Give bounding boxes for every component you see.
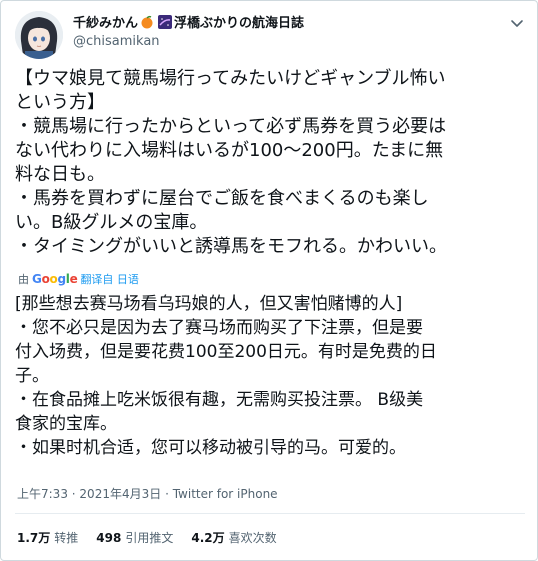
translation-line: ・在食品摊上吃米饭很有趣，无需购买投注票。 B级美 xyxy=(15,390,424,410)
google-logo: Google xyxy=(32,272,78,286)
meta-separator: · xyxy=(165,487,173,501)
tweet-text-translation: [那些想去赛马场看乌玛娘的人，但又害怕赌博的人] ・您不必只是因为去了赛马场而购… xyxy=(15,292,527,460)
tweet-source[interactable]: Twitter for iPhone xyxy=(173,487,278,501)
quotes-label: 引用推文 xyxy=(125,531,174,545)
tweet-text-original: 【ウマ娘見て競馬場行ってみたいけどギャンブル怖い という方】 ・競馬場に行ったか… xyxy=(15,67,527,259)
tweet-line: い。B級グルメの宝庫。 xyxy=(15,212,208,233)
divider xyxy=(15,513,525,514)
translation-line: ・如果时机合适，您可以移动被引导的马。可爱的。 xyxy=(15,438,406,458)
translated-by-label: 由 xyxy=(18,273,29,286)
tweet-line: ・競馬場に行ったからといって必ず馬券を買う必要は xyxy=(15,116,447,137)
avatar[interactable] xyxy=(15,11,63,59)
likes-label: 喜欢次数 xyxy=(228,531,277,545)
galaxy-emoji xyxy=(158,14,173,29)
retweets-label: 转推 xyxy=(54,531,79,545)
translation-line: 付入场费，但是要花费100至200日元。有时是免费的日 xyxy=(15,342,437,362)
retweets-count: 1.7万 xyxy=(17,531,51,545)
tweet-line: という方】 xyxy=(15,92,105,113)
tweet-card: 千紗みかん 浮橋ぶかりの航海日誌 @chisamikan 【ウマ娘見て競馬場行っ… xyxy=(0,0,538,561)
translated-from-link[interactable]: 翻译自 日语 xyxy=(80,271,139,287)
translation-line: 食家的宝库。 xyxy=(15,414,117,434)
translation-line: [那些想去赛马场看乌玛娘的人，但又害怕赌博的人] xyxy=(15,294,403,314)
quotes-count: 498 xyxy=(96,531,122,545)
tweet-line: 【ウマ娘見て競馬場行ってみたいけどギャンブル怖い xyxy=(15,68,446,89)
tweet-meta: 上午7:33 · 2021年4月3日 · Twitter for iPhone xyxy=(17,485,278,502)
tweet-line: ・タイミングがいいと誘導馬をモフれる。かわいい。 xyxy=(15,236,447,257)
retweets-stat[interactable]: 1.7万 转推 xyxy=(17,529,78,546)
author-handle[interactable]: @chisamikan xyxy=(73,34,160,49)
tweet-time[interactable]: 上午7:33 xyxy=(17,487,68,501)
author-name-prefix: 千紗みかん xyxy=(73,16,139,31)
tweet-line: ない代わりに入場料はいるが100〜200円。たまに無 xyxy=(15,140,444,161)
tweet-stats: 1.7万 转推 498 引用推文 4.2万 喜欢次数 xyxy=(17,529,277,546)
author-name-suffix: 浮橋ぶかりの航海日誌 xyxy=(174,16,305,31)
tweet-line: 料な日も。 xyxy=(15,164,105,185)
likes-count: 4.2万 xyxy=(191,531,225,545)
orange-emoji xyxy=(140,15,154,29)
likes-stat[interactable]: 4.2万 喜欢次数 xyxy=(191,529,276,546)
translation-line: ・您不必只是因为去了赛马场而购买了下注票，但是要 xyxy=(15,318,423,338)
quotes-stat[interactable]: 498 引用推文 xyxy=(96,529,173,546)
author-name[interactable]: 千紗みかん 浮橋ぶかりの航海日誌 xyxy=(73,12,304,31)
translation-attribution: 由 Google 翻译自 日语 xyxy=(18,271,139,287)
translation-line: 子。 xyxy=(15,366,49,386)
tweet-date[interactable]: 2021年4月3日 xyxy=(79,487,161,501)
tweet-line: ・馬券を買わずに屋台でご飯を食べまくるのも楽し xyxy=(15,188,429,209)
chevron-down-icon[interactable] xyxy=(509,15,525,31)
